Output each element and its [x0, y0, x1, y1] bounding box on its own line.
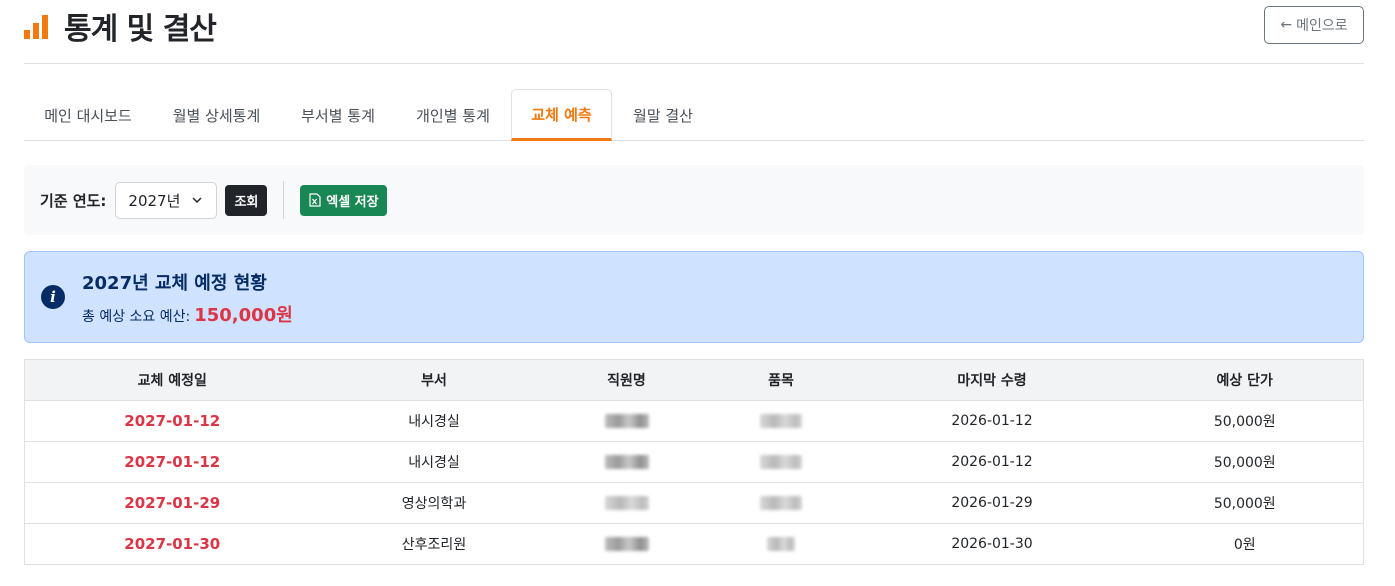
- replacement-date: 2027-01-12: [24, 400, 320, 442]
- item-redacted: [704, 482, 858, 524]
- col-item: 품목: [704, 359, 858, 401]
- tab-month-end-settlement[interactable]: 월말 결산: [612, 89, 714, 141]
- replacement-date: 2027-01-12: [24, 441, 320, 483]
- expected-price: 50,000원: [1126, 441, 1364, 483]
- replacement-date: 2027-01-29: [24, 482, 320, 524]
- employee-name-redacted: [548, 400, 705, 442]
- filter-bar: 기준 연도: 2027년 조회 엑셀 저장: [24, 165, 1364, 235]
- item-redacted: [704, 441, 858, 483]
- last-received: 2026-01-29: [857, 482, 1127, 524]
- arrow-left-icon: ←: [1280, 17, 1293, 33]
- department: 내시경실: [319, 400, 549, 442]
- back-button-label: 메인으로: [1296, 18, 1348, 34]
- title-wrap: 통계 및 결산: [24, 4, 217, 48]
- year-select-value: 2027년: [128, 191, 181, 210]
- info-icon: i: [41, 285, 65, 309]
- tab-department[interactable]: 부서별 통계: [281, 89, 395, 141]
- replacement-date: 2027-01-30: [24, 523, 320, 565]
- item-redacted: [704, 400, 858, 442]
- expected-price: 0원: [1126, 523, 1364, 565]
- last-received: 2026-01-30: [857, 523, 1127, 565]
- forecast-alert: i 2027년 교체 예정 현황 총 예상 소요 예산: 150,000원: [24, 251, 1364, 343]
- tab-monthly-detail[interactable]: 월별 상세통계: [152, 89, 281, 141]
- col-employee-name: 직원명: [548, 359, 705, 401]
- excel-file-icon: [309, 193, 321, 207]
- department: 내시경실: [319, 441, 549, 483]
- expected-price: 50,000원: [1126, 400, 1364, 442]
- divider: [283, 181, 285, 219]
- department: 산후조리원: [319, 523, 549, 565]
- col-department: 부서: [319, 359, 549, 401]
- tab-individual[interactable]: 개인별 통계: [395, 89, 511, 141]
- tab-bar: 메인 대시보드 월별 상세통계 부서별 통계 개인별 통계 교체 예측 월말 결…: [24, 89, 1364, 141]
- excel-button-label: 엑셀 저장: [326, 194, 379, 210]
- employee-name-redacted: [548, 441, 705, 483]
- table-row[interactable]: 2027-01-29 영상의학과 2026-01-29 50,000원: [24, 482, 1364, 524]
- department: 영상의학과: [319, 482, 549, 524]
- budget-summary: 총 예상 소요 예산: 150,000원: [82, 301, 293, 327]
- table-header-row: 교체 예정일 부서 직원명 품목 마지막 수령 예상 단가: [24, 359, 1364, 401]
- employee-name-redacted: [548, 523, 705, 565]
- tab-main-dashboard[interactable]: 메인 대시보드: [24, 89, 152, 141]
- chevron-down-icon: [192, 196, 202, 203]
- budget-label: 총 예상 소요 예산:: [82, 309, 191, 325]
- item-redacted: [704, 523, 858, 565]
- excel-export-button[interactable]: 엑셀 저장: [300, 184, 388, 216]
- query-button[interactable]: 조회: [225, 184, 268, 216]
- page-header: 통계 및 결산 ← 메인으로: [24, 0, 1364, 64]
- table-row[interactable]: 2027-01-12 내시경실 2026-01-12 50,000원: [24, 400, 1364, 442]
- col-replacement-date: 교체 예정일: [24, 359, 320, 401]
- year-filter-label: 기준 연도:: [40, 191, 107, 210]
- table-row[interactable]: 2027-01-12 내시경실 2026-01-12 50,000원: [24, 441, 1364, 483]
- table-row[interactable]: 2027-01-30 산후조리원 2026-01-30 0원: [24, 523, 1364, 565]
- year-select[interactable]: 2027년: [115, 181, 218, 219]
- page-title: 통계 및 결산: [64, 12, 217, 47]
- col-last-received: 마지막 수령: [857, 359, 1127, 401]
- expected-price: 50,000원: [1126, 482, 1364, 524]
- employee-name-redacted: [548, 482, 705, 524]
- last-received: 2026-01-12: [857, 400, 1127, 442]
- replacement-table: 교체 예정일 부서 직원명 품목 마지막 수령 예상 단가 2027-01-12…: [24, 359, 1364, 565]
- col-expected-price: 예상 단가: [1126, 359, 1364, 401]
- alert-title: 2027년 교체 예정 현황: [82, 273, 267, 294]
- bar-chart-icon: [24, 10, 56, 42]
- budget-value: 150,000원: [194, 305, 293, 326]
- last-received: 2026-01-12: [857, 441, 1127, 483]
- tab-replacement-forecast[interactable]: 교체 예측: [511, 89, 612, 141]
- back-to-main-button[interactable]: ← 메인으로: [1264, 6, 1364, 44]
